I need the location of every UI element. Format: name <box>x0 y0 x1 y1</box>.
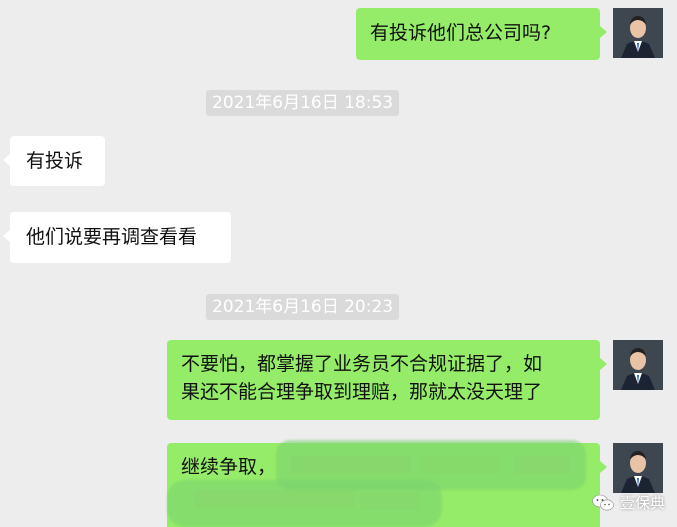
avatar-portrait-icon <box>613 443 663 493</box>
outgoing-message-bubble[interactable]: 不要怕，都掌握了业务员不合规证据了，如 果还不能合理争取到理赔，那就太没天理了 <box>167 340 607 420</box>
watermark: 壹保典 <box>592 492 665 513</box>
watermark-text: 壹保典 <box>619 494 665 512</box>
outgoing-message-bubble[interactable]: 有投诉他们总公司吗? <box>356 8 607 60</box>
message-text-line: 果还不能合理争取到理赔，那就太没天理了 <box>181 381 543 403</box>
avatar-portrait-icon <box>613 8 663 58</box>
timestamp: 2021年6月16日 20:23 <box>206 294 400 320</box>
redaction-pixel-block <box>420 456 500 474</box>
avatar[interactable] <box>613 340 663 390</box>
incoming-message-bubble[interactable]: 他们说要再调查看看 <box>3 212 231 263</box>
message-text: 继续争取， <box>181 456 277 478</box>
avatar[interactable] <box>613 8 663 58</box>
message-text-line: 不要怕，都掌握了业务员不合规证据了，如 <box>181 353 543 375</box>
chat-window: 有投诉他们总公司吗? 2021年6月16日 18:53 有投诉 他们说要再调查看… <box>0 0 677 527</box>
message-text: 有投诉 <box>26 150 84 172</box>
avatar[interactable] <box>613 443 663 493</box>
message-text: 他们说要再调查看看 <box>26 226 198 248</box>
message-text: 有投诉他们总公司吗? <box>370 22 552 44</box>
wechat-icon <box>592 494 614 510</box>
redaction-pixel-block <box>290 456 410 474</box>
redaction-pixel-block <box>515 456 570 474</box>
redaction-pixel-block <box>360 492 420 510</box>
timestamp: 2021年6月16日 18:53 <box>206 90 400 116</box>
redaction-pixel-block <box>195 490 355 508</box>
incoming-message-bubble[interactable]: 有投诉 <box>3 136 105 186</box>
avatar-portrait-icon <box>613 340 663 390</box>
